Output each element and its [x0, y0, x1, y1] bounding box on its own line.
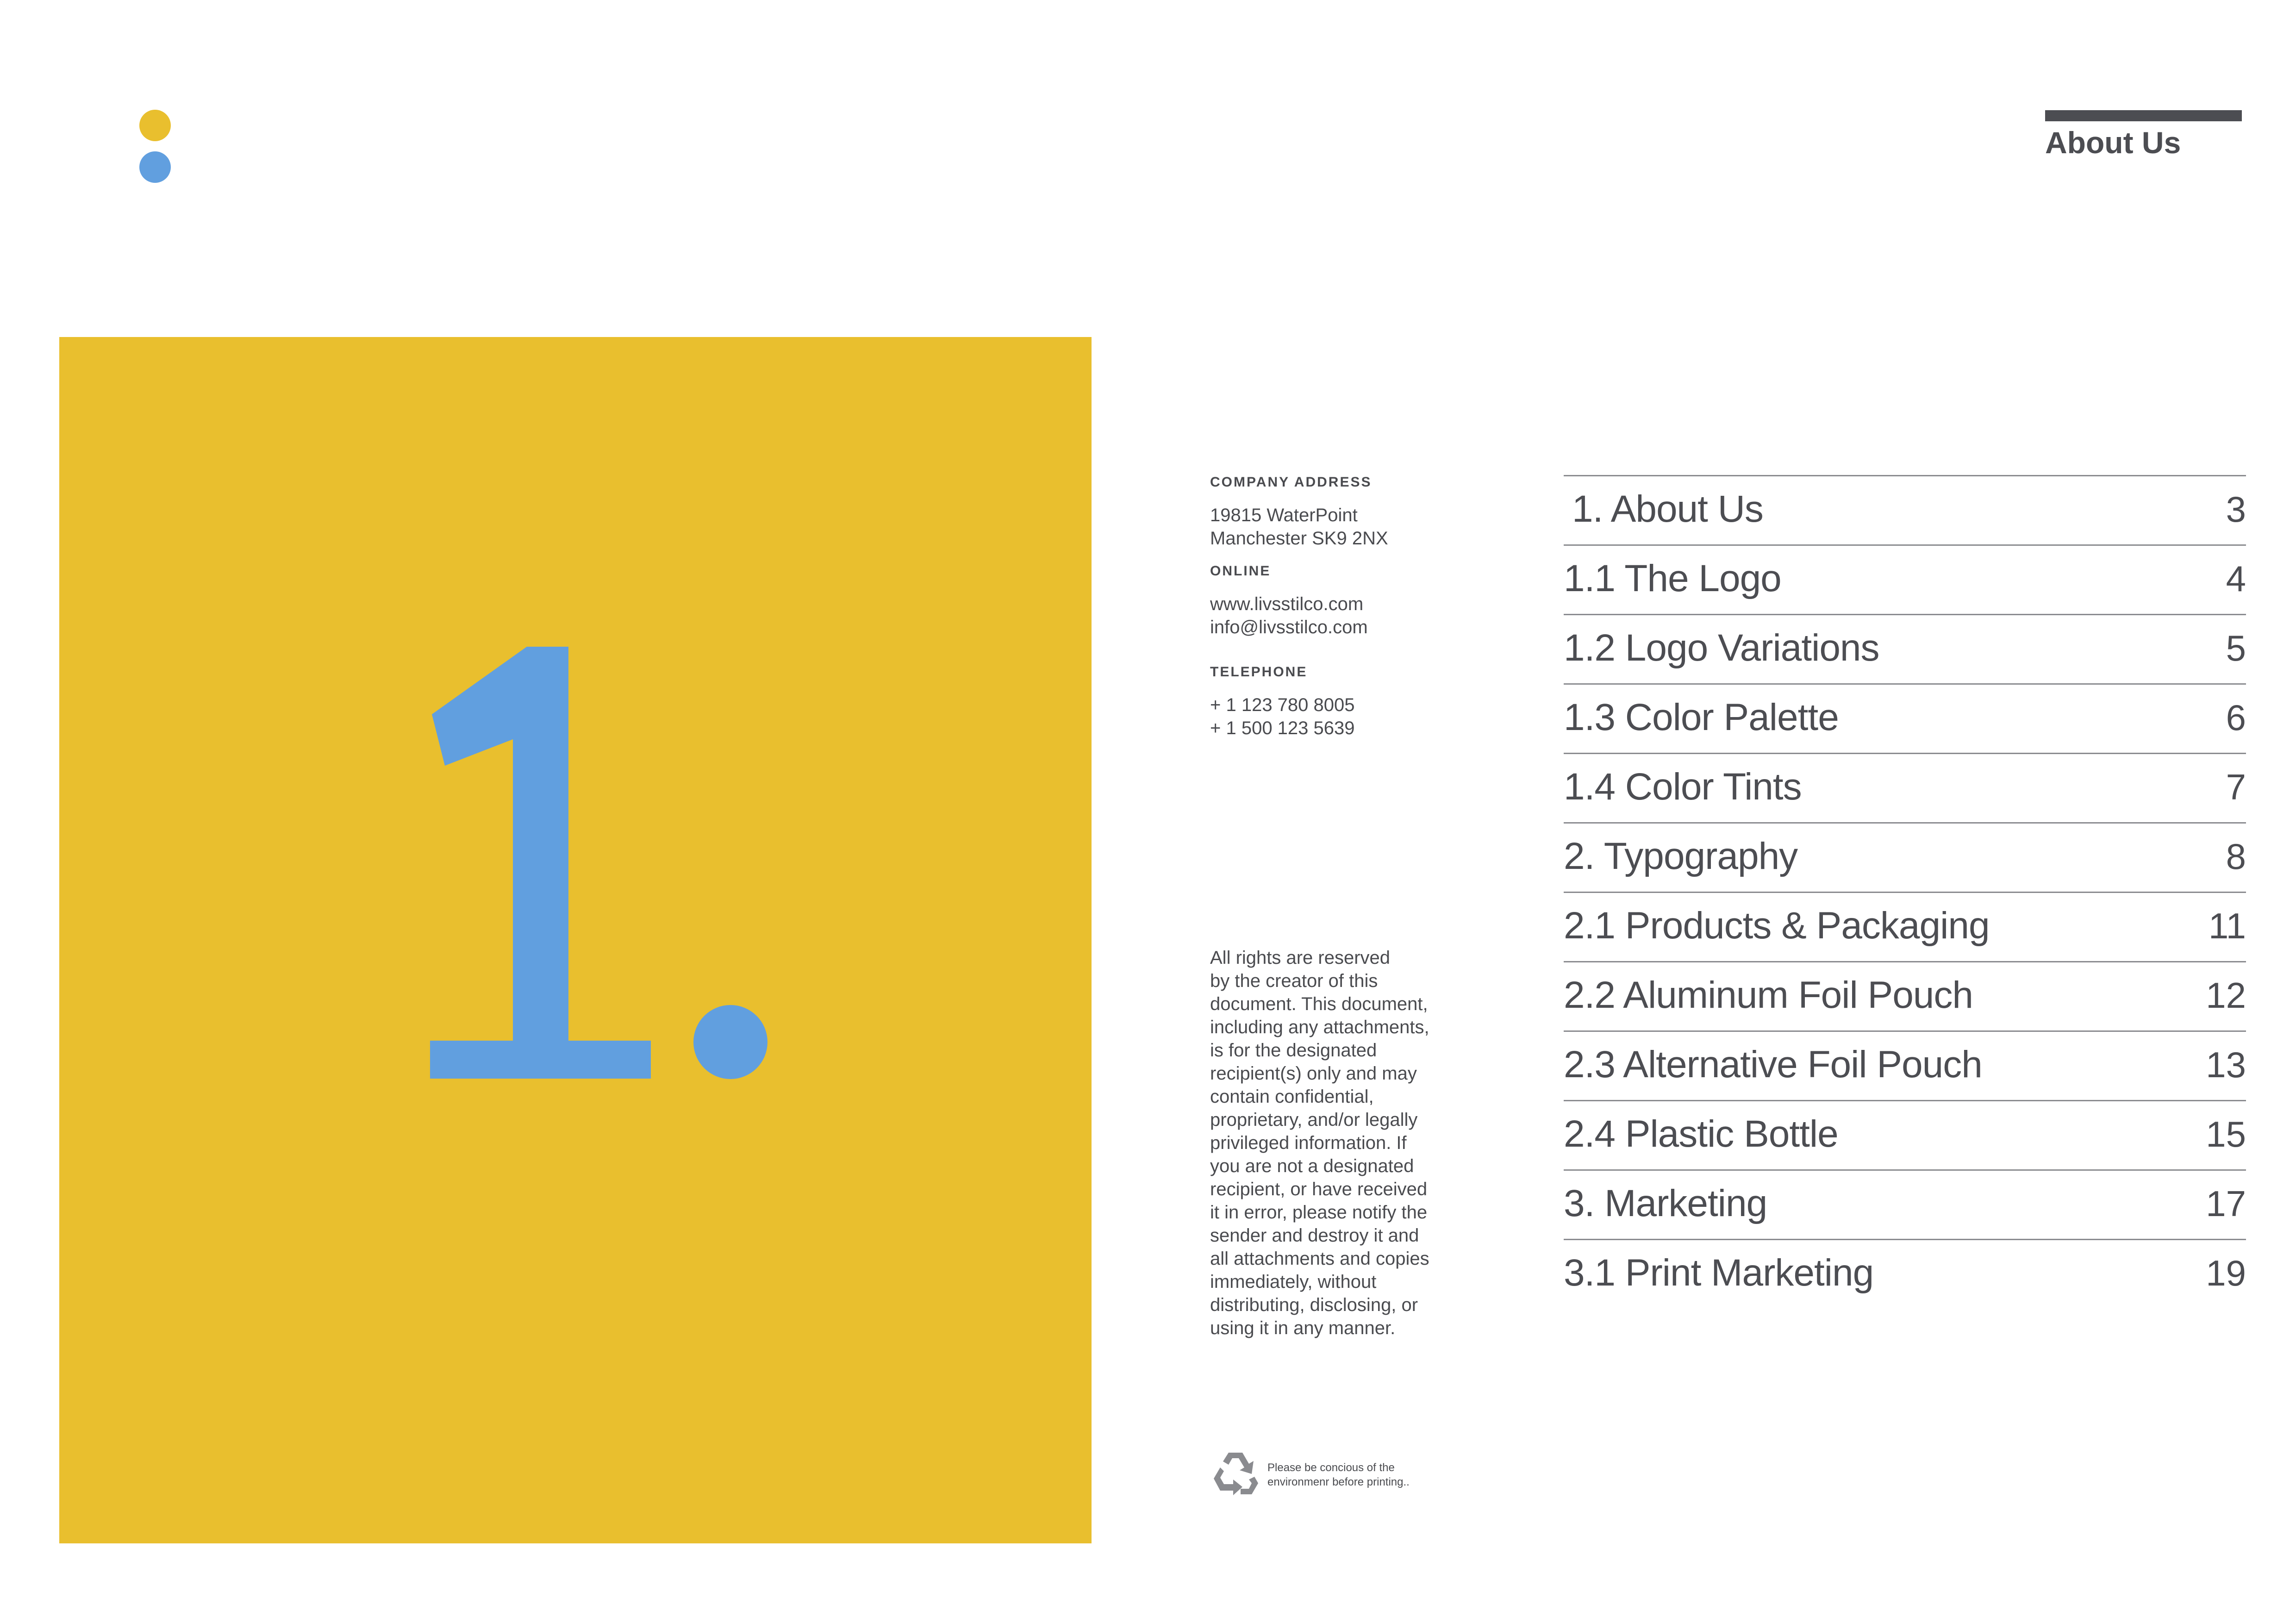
- section-title: About Us: [2045, 125, 2181, 160]
- toc-entry-title: 2.2 Aluminum Foil Pouch: [1564, 974, 1973, 1016]
- disclaimer-line: proprietary, and/or legally: [1210, 1110, 1418, 1130]
- toc-entry[interactable]: 1.1 The Logo 4: [1564, 546, 2246, 615]
- disclaimer-line: all attachments and copies: [1210, 1248, 1429, 1269]
- toc-entry-title: 1.4 Color Tints: [1564, 766, 1802, 808]
- phone-number-2: + 1 500 123 5639: [1210, 718, 1355, 738]
- toc-entry-page: 13: [2206, 1044, 2246, 1085]
- brand-dot-yellow: [139, 110, 171, 141]
- online-label: ONLINE: [1210, 563, 1271, 579]
- header-accent-bar: [2045, 110, 2242, 121]
- disclaimer-line: immediately, without: [1210, 1272, 1377, 1292]
- toc-entry-page: 17: [2206, 1183, 2246, 1224]
- disclaimer-line: is for the designated: [1210, 1040, 1377, 1061]
- toc-entry-title: 1.2 Logo Variations: [1564, 627, 1880, 669]
- legal-disclaimer: All rights are reserved by the creator o…: [1210, 946, 1469, 1340]
- toc-entry-page: 6: [2226, 697, 2246, 738]
- address-line-1: 19815 WaterPoint: [1210, 505, 1358, 525]
- toc-entry-title: 3. Marketing: [1564, 1182, 1767, 1224]
- toc-entry[interactable]: 2.3 Alternative Foil Pouch 13: [1564, 1032, 2246, 1101]
- toc-entry[interactable]: 2.2 Aluminum Foil Pouch 12: [1564, 962, 2246, 1032]
- toc-entry[interactable]: 1.2 Logo Variations 5: [1564, 615, 2246, 685]
- disclaimer-line: recipient, or have received: [1210, 1179, 1428, 1199]
- chapter-numeral-dot: [693, 1005, 767, 1079]
- disclaimer-line: distributing, disclosing, or: [1210, 1295, 1418, 1315]
- website-link[interactable]: www.livsstilco.com: [1210, 593, 1469, 616]
- toc-entry[interactable]: 1. About Us 3: [1564, 476, 2246, 546]
- disclaimer-line: contain confidential,: [1210, 1086, 1374, 1107]
- toc-entry-page: 4: [2226, 558, 2246, 599]
- table-of-contents: 1. About Us 3 1.1 The Logo 4 1.2 Logo Va…: [1564, 475, 2246, 1308]
- toc-entry[interactable]: 2.1 Products & Packaging 11: [1564, 893, 2246, 962]
- email-link[interactable]: info@livsstilco.com: [1210, 616, 1469, 639]
- disclaimer-line: sender and destroy it and: [1210, 1225, 1419, 1246]
- toc-entry-page: 3: [2226, 489, 2246, 530]
- phone-number-1: + 1 123 780 8005: [1210, 695, 1355, 715]
- chapter-panel: [59, 337, 1092, 1543]
- toc-entry[interactable]: 3.1 Print Marketing 19: [1564, 1240, 2246, 1308]
- address-label: COMPANY ADDRESS: [1210, 474, 1372, 490]
- toc-entry-page: 11: [2209, 905, 2246, 946]
- disclaimer-line: recipient(s) only and may: [1210, 1063, 1417, 1084]
- toc-entry[interactable]: 2.4 Plastic Bottle 15: [1564, 1101, 2246, 1171]
- toc-entry[interactable]: 3. Marketing 17: [1564, 1171, 2246, 1240]
- disclaimer-line: it in error, please notify the: [1210, 1202, 1428, 1223]
- toc-entry-page: 12: [2206, 975, 2246, 1016]
- chapter-panel-background: [59, 337, 1092, 1543]
- disclaimer-line: using it in any manner.: [1210, 1318, 1396, 1338]
- brand-dot-blue: [139, 151, 171, 183]
- toc-entry-page: 7: [2226, 767, 2246, 807]
- address-line-2: Manchester SK9 2NX: [1210, 528, 1388, 549]
- toc-entry[interactable]: 1.3 Color Palette 6: [1564, 685, 2246, 754]
- disclaimer-line: privileged information. If: [1210, 1133, 1407, 1153]
- toc-entry-page: 15: [2206, 1114, 2246, 1155]
- contact-block: COMPANY ADDRESS 19815 WaterPoint Manches…: [1210, 472, 1469, 740]
- toc-entry-title: 2.1 Products & Packaging: [1564, 905, 1990, 947]
- toc-entry-title: 3.1 Print Marketing: [1564, 1252, 1874, 1294]
- environment-note-line-2: environmenr before printing..: [1267, 1476, 1410, 1488]
- telephone-label: TELEPHONE: [1210, 664, 1308, 680]
- toc-entry-title: 1.3 Color Palette: [1564, 696, 1839, 738]
- toc-entry-page: 5: [2226, 628, 2246, 668]
- disclaimer-line: you are not a designated: [1210, 1156, 1414, 1176]
- recycle-icon: [1214, 1453, 1258, 1495]
- toc-entry-title: 1. About Us: [1572, 488, 1764, 530]
- toc-entry-page: 19: [2206, 1253, 2246, 1293]
- toc-entry-title: 2. Typography: [1564, 835, 1798, 877]
- disclaimer-line: including any attachments,: [1210, 1017, 1429, 1037]
- disclaimer-line: by the creator of this: [1210, 971, 1378, 991]
- chapter-number-graphic: [59, 337, 1092, 1543]
- disclaimer-line: All rights are reserved: [1210, 948, 1391, 968]
- toc-entry-title: 1.1 The Logo: [1564, 557, 1782, 599]
- environment-note: Please be concious of the environmenr be…: [1267, 1461, 1410, 1489]
- toc-entry-page: 8: [2226, 836, 2246, 877]
- disclaimer-line: document. This document,: [1210, 994, 1428, 1014]
- toc-entry-title: 2.3 Alternative Foil Pouch: [1564, 1043, 1983, 1086]
- environment-note-line-1: Please be concious of the: [1267, 1461, 1395, 1474]
- toc-entry[interactable]: 2. Typography 8: [1564, 824, 2246, 893]
- toc-entry[interactable]: 1.4 Color Tints 7: [1564, 754, 2246, 824]
- toc-entry-title: 2.4 Plastic Bottle: [1564, 1113, 1839, 1155]
